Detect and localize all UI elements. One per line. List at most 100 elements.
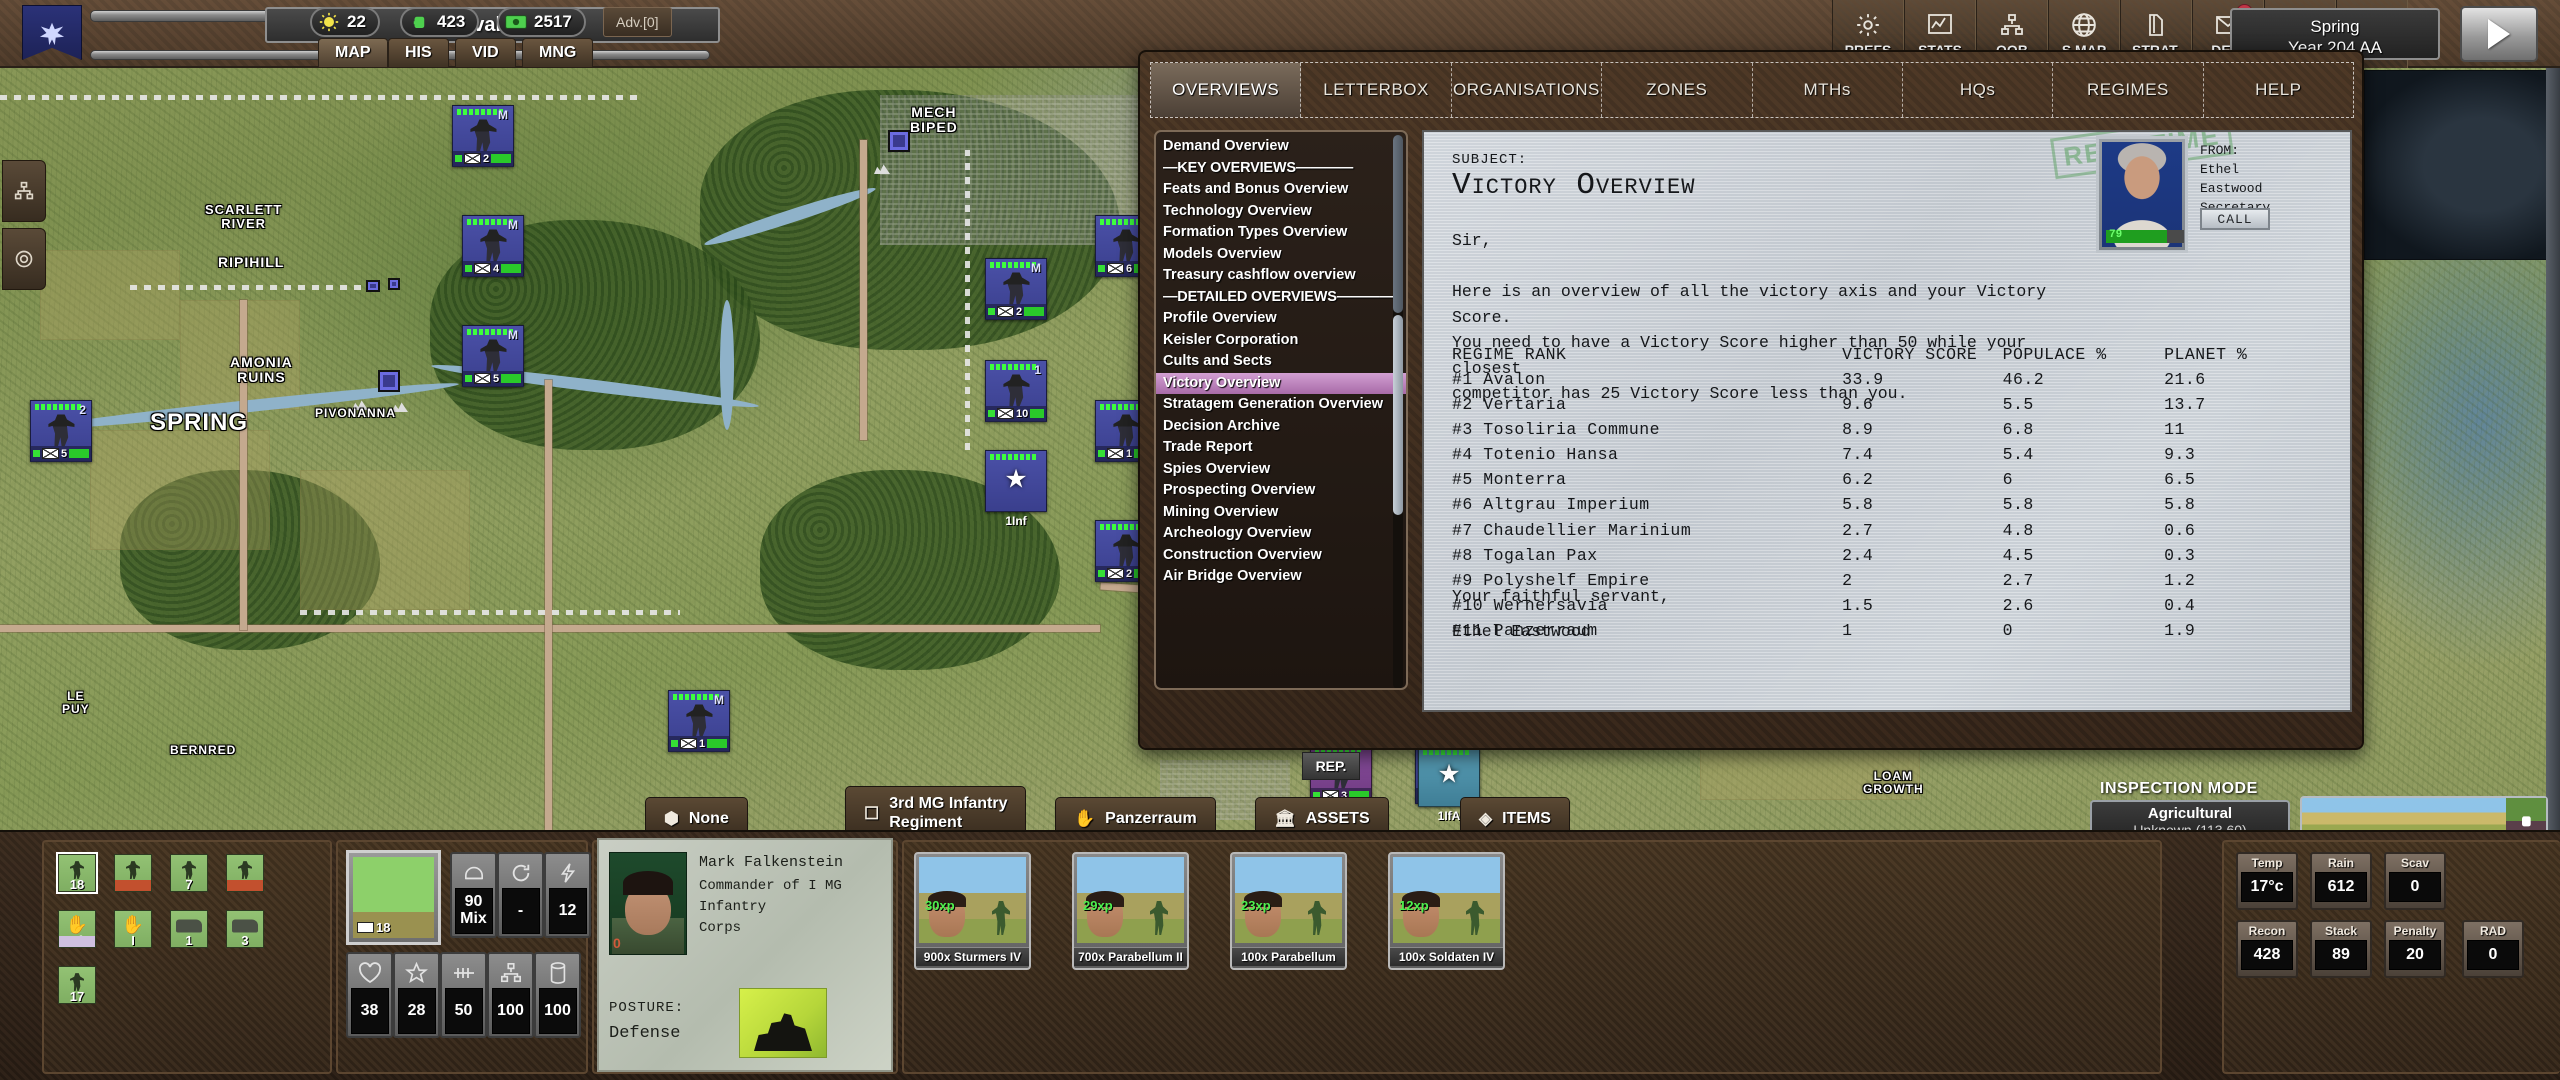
nav-tab-map[interactable]: MAP — [318, 38, 388, 68]
subunit-icon[interactable]: 17 — [58, 966, 96, 1004]
posture-value[interactable]: Defense — [609, 1024, 680, 1043]
overview-list-item[interactable]: Prospecting Overview — [1156, 480, 1406, 502]
overview-list-item[interactable]: Cults and Sects — [1156, 351, 1406, 373]
unit-stat-lightning[interactable]: 12 — [544, 852, 591, 938]
report-tab-regimes[interactable]: REGIMES — [2053, 63, 2204, 117]
squad-card[interactable]: 23xp 100x Parabellum — [1230, 852, 1347, 970]
overview-list-item[interactable]: Trade Report — [1156, 437, 1406, 459]
report-tab-zones[interactable]: ZONES — [1602, 63, 1753, 117]
report-tab-help[interactable]: HELP — [2204, 63, 2353, 117]
nav-tab-mng[interactable]: MNG — [522, 38, 594, 68]
resource-pill-money[interactable]: 2517 — [497, 7, 586, 37]
subunit-icon[interactable]: ✋1LfA — [58, 910, 96, 948]
map-unit-counter[interactable]: 1 10 — [985, 360, 1047, 422]
minimap[interactable] — [2364, 70, 2560, 260]
map-unit-counter[interactable]: M5 — [462, 325, 524, 387]
overview-list-scrollbar[interactable] — [1393, 135, 1403, 688]
overview-list-item[interactable]: Models Overview — [1156, 244, 1406, 266]
unit-stat-barrel[interactable]: 100 — [534, 952, 581, 1038]
commander-portrait[interactable]: 0 — [609, 852, 687, 955]
city-marker-amonia[interactable] — [378, 370, 400, 392]
overview-list-item[interactable]: Feats and Bonus Overview — [1156, 179, 1406, 201]
overview-list-item[interactable]: Keisler Corporation — [1156, 330, 1406, 352]
environment-stat-recon[interactable]: Recon 428 — [2236, 920, 2298, 978]
overview-list-item[interactable]: Mining Overview — [1156, 502, 1406, 524]
end-turn-play-button[interactable] — [2460, 6, 2538, 62]
map-unit-counter[interactable]: M4 — [462, 215, 524, 277]
report-tab-hqs[interactable]: HQs — [1903, 63, 2054, 117]
environment-stat-rad[interactable]: RAD 0 — [2462, 920, 2524, 978]
map-label: SCARLETT RIVER — [205, 202, 283, 231]
overview-list-item[interactable]: Air Bridge Overview — [1156, 566, 1406, 588]
report-tab-mths[interactable]: MTHs — [1753, 63, 1903, 117]
unit-stat-barbwire[interactable]: 50 — [440, 952, 487, 1038]
selected-unit-portrait[interactable]: 18 — [346, 850, 441, 945]
report-tab-letterbox[interactable]: LETTERBOX — [1301, 63, 1452, 117]
environment-stat-temp[interactable]: Temp 17°c — [2236, 852, 2298, 910]
subunit-icon[interactable]: 20 — [226, 854, 264, 892]
resource-pill-sun[interactable]: 22 — [310, 7, 380, 37]
city-marker-ripihill[interactable] — [388, 278, 400, 290]
advisor-button[interactable]: Adv.[0] — [603, 7, 672, 37]
sender-portrait[interactable]: 79 — [2096, 136, 2188, 253]
environment-stat-rain[interactable]: Rain 612 — [2310, 852, 2372, 910]
squad-card[interactable]: 12xp 100x Soldaten IV — [1388, 852, 1505, 970]
map-layer-button-target[interactable] — [2, 228, 46, 290]
rep-floating-button[interactable]: REP. — [1302, 752, 1360, 780]
unit-stat-hierarchy[interactable]: 100 — [487, 952, 534, 1038]
overview-list-item[interactable]: Construction Overview — [1156, 545, 1406, 567]
map-unit-counter[interactable]: M2 — [452, 105, 514, 167]
overview-list-item[interactable]: Spies Overview — [1156, 459, 1406, 481]
unit-stat-value: 100 — [491, 988, 530, 1034]
overview-list-item[interactable]: Profile Overview — [1156, 308, 1406, 330]
nav-tab-his[interactable]: HIS — [388, 38, 449, 68]
faction-emblem[interactable] — [22, 5, 82, 60]
commander-card[interactable]: 0 Mark Falkenstein Commander of I MG Inf… — [597, 838, 893, 1072]
subunit-icon[interactable]: 18 — [56, 852, 98, 894]
map-unit-counter[interactable]: 25 — [30, 400, 92, 462]
overview-list-item[interactable]: Formation Types Overview — [1156, 222, 1406, 244]
subunit-icon[interactable]: 7 — [170, 854, 208, 892]
report-tab-overviews[interactable]: OVERVIEWS — [1151, 63, 1302, 117]
squad-card[interactable]: 29xp 700x Parabellum II — [1072, 852, 1189, 970]
unit-stat-helmet[interactable]: 90 Mix — [450, 852, 497, 938]
city-marker-ripihill[interactable] — [366, 280, 380, 292]
overview-list-item[interactable]: Technology Overview — [1156, 201, 1406, 223]
overview-list[interactable]: Demand Overview —KEY OVERVIEWS———— Feats a… — [1154, 130, 1408, 690]
overview-list-item[interactable]: Stratagem Generation Overview — [1156, 394, 1406, 416]
report-tab-organisations[interactable]: ORGANISATIONS — [1452, 63, 1603, 117]
subunit-icon[interactable]: 1 — [170, 910, 208, 948]
overview-list-item[interactable]: Demand Overview — [1156, 136, 1406, 158]
overview-list-item[interactable]: Decision Archive — [1156, 416, 1406, 438]
counter-count: 4 — [493, 262, 500, 275]
map-layer-button-oob[interactable] — [2, 160, 46, 222]
field-tile — [40, 250, 180, 340]
unit-stat-heart[interactable]: 38 — [346, 952, 393, 1038]
call-button[interactable]: CALL — [2200, 208, 2270, 230]
environment-stat-scav[interactable]: Scav 0 — [2384, 852, 2446, 910]
overview-list-item[interactable]: Victory Overview — [1156, 372, 1406, 394]
table-cell: 1.5 — [1842, 595, 1874, 615]
map-unit-counter[interactable]: M1 — [668, 690, 730, 752]
unit-stat-refresh[interactable]: - — [497, 852, 544, 938]
overview-list-item[interactable]: Treasury cashflow overview — [1156, 265, 1406, 287]
resource-pill-manpower[interactable]: 423 — [400, 7, 480, 37]
envelope-icon — [1107, 568, 1124, 579]
city-marker-mech-biped[interactable] — [888, 130, 910, 152]
subunit-icon[interactable]: ✋ I — [114, 910, 152, 948]
subunit-icon[interactable]: 3 — [226, 910, 264, 948]
map-unit-counter[interactable]: ★ 1Inf — [985, 450, 1047, 528]
environment-stat-stack[interactable]: Stack 89 — [2310, 920, 2372, 978]
map-unit-counter[interactable]: M2 — [985, 258, 1047, 320]
unit-stat-star[interactable]: 28 — [393, 952, 440, 1038]
environment-stat-penalty[interactable]: Penalty 20 — [2384, 920, 2446, 978]
squad-card[interactable]: 30xp 900x Sturmers IV — [914, 852, 1031, 970]
unit-stat-value: 12 — [548, 888, 587, 934]
soldier-silhouette-icon — [1113, 414, 1140, 447]
overview-list-item[interactable]: Archeology Overview — [1156, 523, 1406, 545]
scrollbar-thumb[interactable] — [1393, 315, 1403, 515]
subunit-icon[interactable]: 14 — [114, 854, 152, 892]
inspection-mode-title: INSPECTION MODE — [2100, 780, 2258, 797]
nav-tab-vid[interactable]: VID — [455, 38, 516, 68]
map-scrollbar-vertical[interactable] — [2546, 68, 2560, 830]
